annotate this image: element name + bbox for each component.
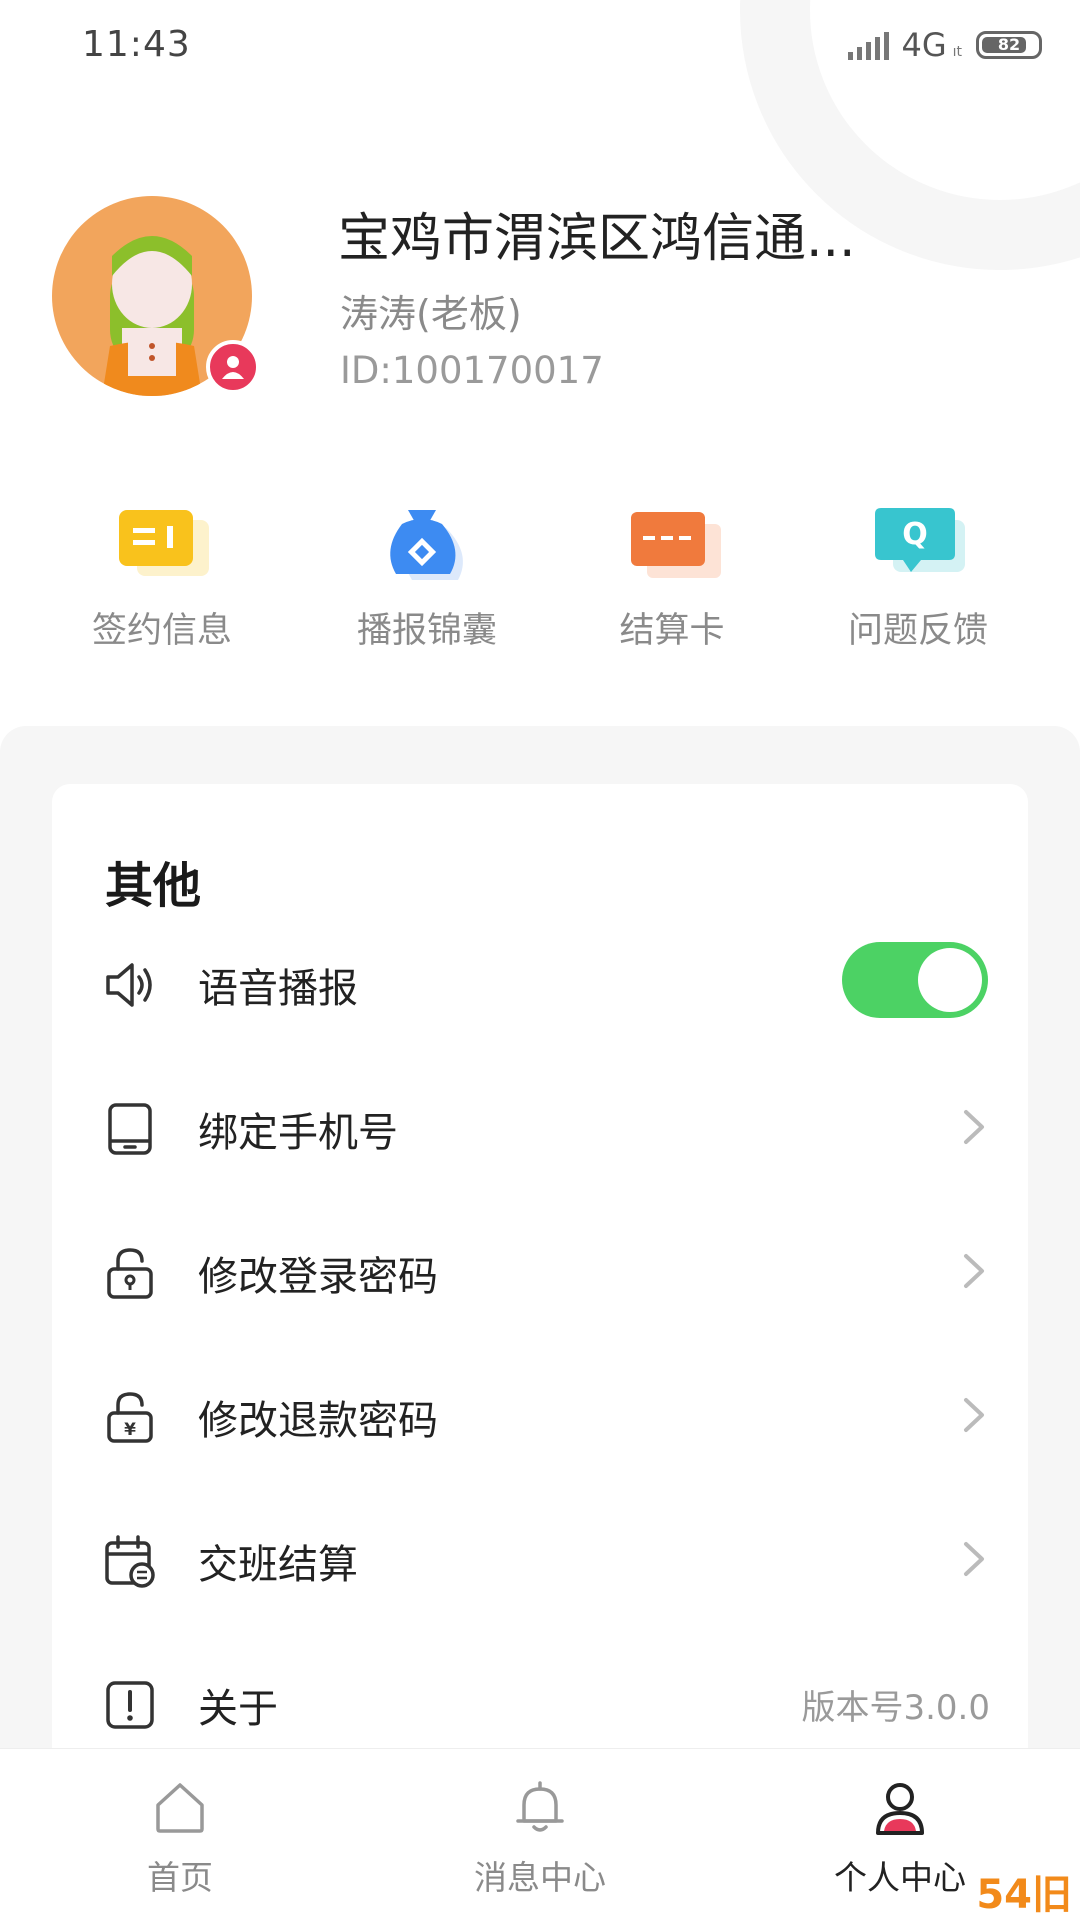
signal-icon [848,30,890,60]
battery-icon: 82 [976,31,1042,59]
svg-text:Q: Q [902,517,928,552]
settings-row-shift-settlement[interactable]: 交班结算 [52,1488,1028,1628]
nav-home[interactable]: 首页 [30,1749,330,1920]
settings-row-label: 关于 [198,1686,278,1732]
lock-icon [107,1248,153,1299]
quick-action-label: 结算卡 [619,611,725,651]
settings-row-label: 修改退款密码 [198,1398,438,1444]
user-id: ID:100170017 [340,349,604,392]
quick-action-tips[interactable]: 播报锦囊 [317,498,537,653]
nav-label: 首页 [147,1858,213,1897]
person-icon [876,1783,924,1835]
nav-messages[interactable]: 消息中心 [390,1749,690,1920]
feedback-bubble-icon: Q [875,508,965,572]
quick-action-label: 播报锦囊 [356,611,497,651]
watermark: 54旧 [976,1872,1072,1918]
status-right-group: 4G ıt 82 [848,26,1042,64]
settings-row-label: 语音播报 [198,966,358,1012]
contract-card-icon [119,510,209,576]
home-icon [156,1783,204,1833]
chevron-right-icon [964,1542,984,1576]
bottom-nav: 首页 消息中心 个人中心 [0,1748,1080,1920]
section-title: 其他 [105,858,202,914]
settings-row-login-password[interactable]: 修改登录密码 [52,1200,1028,1340]
svg-text:¥: ¥ [124,1420,136,1440]
quick-action-label: 签约信息 [91,611,232,651]
profile-page: 11:43 4G ıt 82 宝鸡市渭滨区鸿信通... 涛涛(老板) ID:10… [0,0,1080,1920]
settings-row-label: 绑定手机号 [198,1110,398,1156]
chevron-right-icon [964,1254,984,1288]
status-bar: 11:43 4G ıt 82 [0,0,1080,92]
speaker-icon [106,963,152,1007]
quick-action-card[interactable]: 结算卡 [562,498,782,653]
version-value: 版本号3.0.0 [801,1688,990,1728]
phone-icon [108,1103,152,1155]
settings-row-voice[interactable]: 语音播报 [52,912,1028,1052]
quick-action-contract[interactable]: 签约信息 [52,498,272,653]
settings-row-bind-phone[interactable]: 绑定手机号 [52,1056,1028,1196]
battery-level: 82 [997,35,1021,54]
bank-card-icon [631,512,721,578]
status-time: 11:43 [82,24,191,65]
money-bag-icon [390,510,463,580]
nav-label: 消息中心 [474,1858,606,1897]
yuan-lock-icon: ¥ [107,1392,153,1443]
network-type: 4G [901,26,947,64]
store-name: 宝鸡市渭滨区鸿信通... [338,209,856,269]
quick-action-label: 问题反馈 [847,611,988,651]
settings-row-label: 交班结算 [198,1542,358,1588]
bell-icon [516,1781,564,1832]
user-badge-icon [206,340,260,394]
settings-row-label: 修改登录密码 [198,1254,438,1300]
network-activity-icon: ıt [952,44,962,60]
calendar-exchange-icon [105,1535,155,1588]
chevron-right-icon [964,1110,984,1144]
quick-action-feedback[interactable]: Q 问题反馈 [808,498,1028,653]
voice-toggle[interactable] [842,942,988,1018]
settings-row-refund-password[interactable]: ¥ 修改退款密码 [52,1344,1028,1484]
toggle-knob [918,948,982,1012]
info-icon [106,1681,154,1729]
user-name: 涛涛(老板) [340,292,522,336]
chevron-right-icon [964,1398,984,1432]
